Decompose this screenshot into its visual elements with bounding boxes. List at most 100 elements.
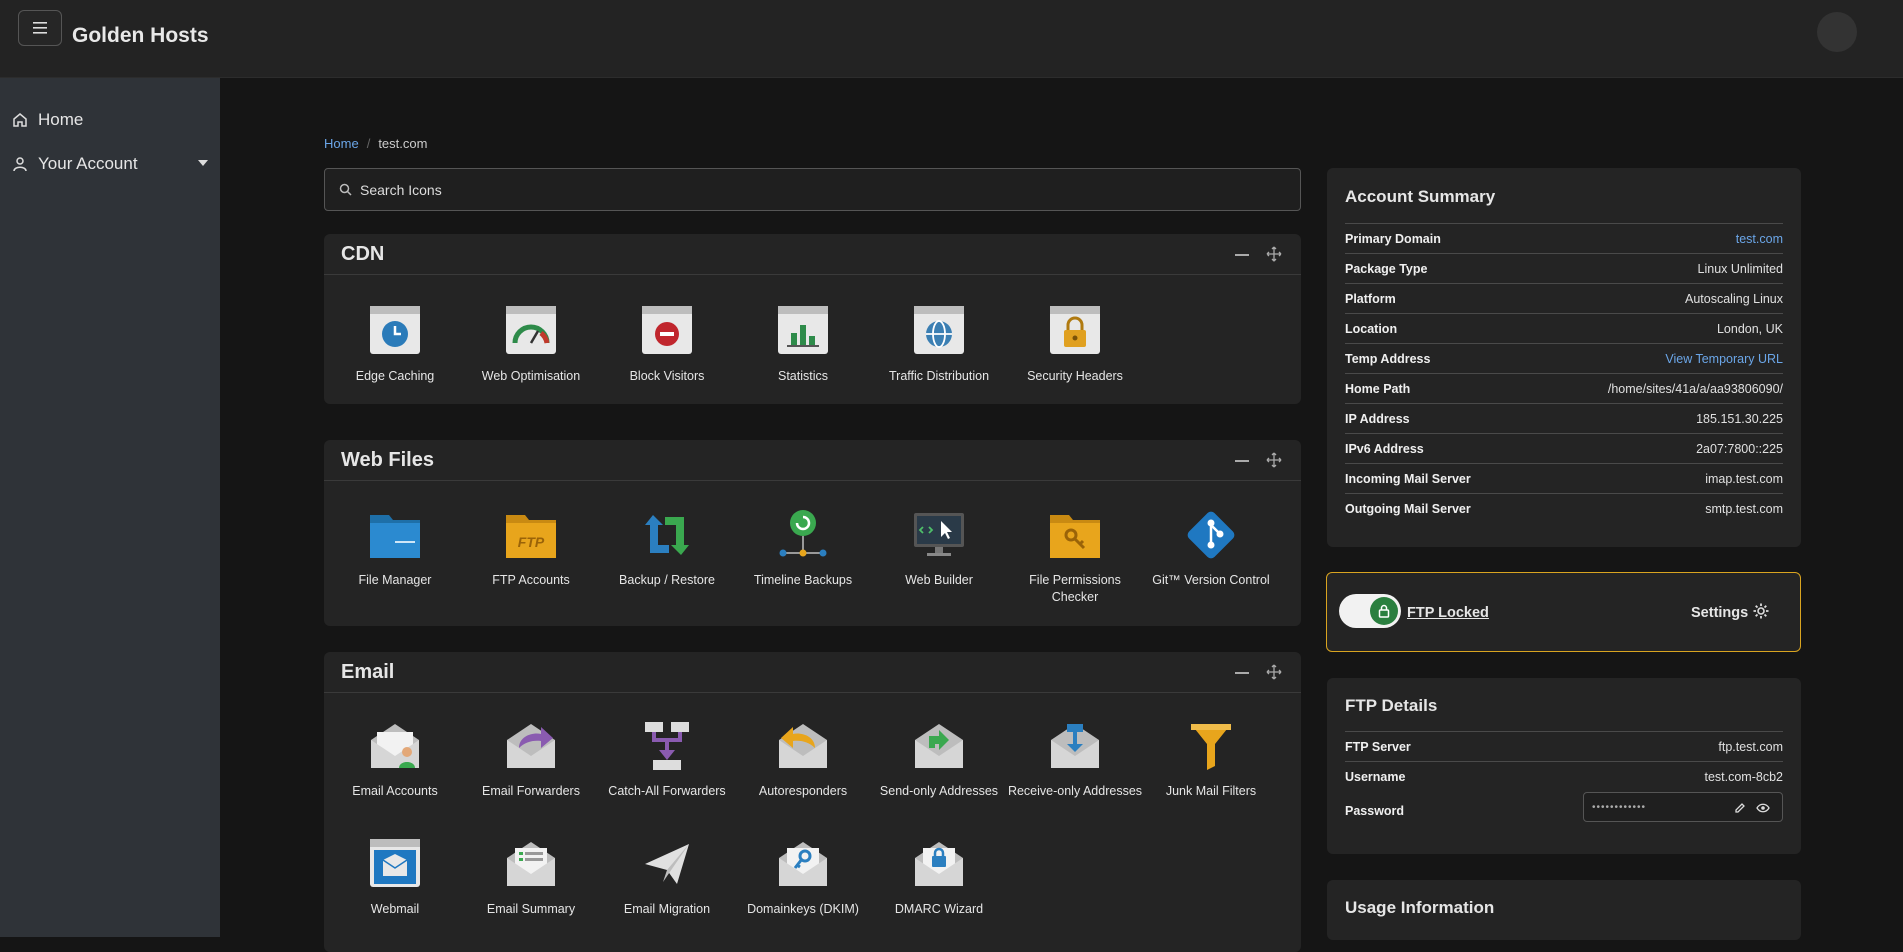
panel-title: CDN bbox=[341, 242, 385, 265]
tile-label: Edge Caching bbox=[355, 369, 435, 383]
search-box bbox=[324, 168, 1301, 211]
tile-label: File Permissions Checker bbox=[1029, 573, 1121, 604]
tile-file-permissions-checker[interactable]: File Permissions Checker bbox=[1007, 507, 1143, 606]
card-title: Account Summary bbox=[1345, 187, 1496, 206]
search-input[interactable] bbox=[360, 181, 1260, 198]
row-key: IPv6 Address bbox=[1345, 441, 1424, 456]
tile-label: Web Optimisation bbox=[481, 369, 581, 383]
receive-only-icon bbox=[1051, 724, 1099, 768]
tile-ftp-accounts[interactable]: FTP FTP Accounts bbox=[463, 507, 599, 589]
move-icon[interactable] bbox=[1266, 452, 1282, 468]
tile-security-headers[interactable]: Security Headers bbox=[1007, 303, 1143, 385]
row-key: Location bbox=[1345, 321, 1398, 336]
tile-dmarc-wizard[interactable]: DMARC Wizard bbox=[871, 836, 1007, 918]
dmarc-lock-icon bbox=[915, 842, 963, 886]
row-key: Outgoing Mail Server bbox=[1345, 501, 1471, 516]
ftp-row: Password •••••••••••• bbox=[1345, 791, 1783, 831]
tile-git-version-control[interactable]: Git™ Version Control bbox=[1143, 507, 1279, 589]
breadcrumb-current: test.com bbox=[378, 136, 428, 151]
hamburger-icon bbox=[33, 22, 47, 34]
password-field[interactable]: •••••••••••• bbox=[1583, 792, 1783, 822]
row-key: Incoming Mail Server bbox=[1345, 471, 1471, 486]
temp-url-link[interactable]: View Temporary URL bbox=[1665, 352, 1783, 366]
summary-row: Package Type Linux Unlimited bbox=[1345, 253, 1783, 283]
sidebar-item-your-account[interactable]: Your Account bbox=[12, 150, 208, 178]
tile-catch-all-forwarders[interactable]: Catch-All Forwarders bbox=[599, 718, 735, 800]
tile-autoresponders[interactable]: Autoresponders bbox=[735, 718, 871, 800]
email-panel: Email Email Accounts Email Forwarders Ca… bbox=[324, 652, 1301, 952]
pencil-icon[interactable] bbox=[1734, 802, 1746, 814]
tile-backup-restore[interactable]: Backup / Restore bbox=[599, 507, 735, 589]
tile-label: Timeline Backups bbox=[753, 573, 853, 587]
tile-receive-only-addresses[interactable]: Receive-only Addresses bbox=[1007, 718, 1143, 800]
tile-label: Email Accounts bbox=[352, 784, 438, 798]
autoresponders-icon bbox=[779, 724, 827, 768]
tile-label: Backup / Restore bbox=[619, 573, 715, 587]
ftp-lock-toggle[interactable] bbox=[1339, 594, 1401, 628]
row-key: Home Path bbox=[1345, 381, 1411, 396]
breadcrumb-home-link[interactable]: Home bbox=[324, 136, 359, 151]
sidebar bbox=[0, 78, 220, 937]
summary-row: Platform Autoscaling Linux bbox=[1345, 283, 1783, 313]
caret-down-icon bbox=[198, 160, 208, 166]
row-value: test.com-8cb2 bbox=[1704, 769, 1783, 784]
tile-file-manager[interactable]: File Manager bbox=[327, 507, 463, 589]
row-value: smtp.test.com bbox=[1705, 501, 1783, 516]
tile-web-builder[interactable]: Web Builder bbox=[871, 507, 1007, 589]
avatar[interactable] bbox=[1817, 12, 1857, 52]
tile-edge-caching[interactable]: Edge Caching bbox=[327, 303, 463, 385]
ftp-locked-link[interactable]: FTP Locked bbox=[1407, 605, 1489, 621]
row-key: Primary Domain bbox=[1345, 231, 1441, 246]
tile-email-migration[interactable]: Email Migration bbox=[599, 836, 735, 918]
tile-email-forwarders[interactable]: Email Forwarders bbox=[463, 718, 599, 800]
tile-label: Web Builder bbox=[905, 573, 973, 587]
minimize-icon[interactable] bbox=[1235, 254, 1249, 256]
tile-web-optimisation[interactable]: Web Optimisation bbox=[463, 303, 599, 385]
tile-timeline-backups[interactable]: Timeline Backups bbox=[735, 507, 871, 589]
row-value: London, UK bbox=[1716, 321, 1783, 336]
tile-email-accounts[interactable]: Email Accounts bbox=[327, 718, 463, 800]
tile-block-visitors[interactable]: Block Visitors bbox=[599, 303, 735, 385]
folder-icon bbox=[370, 515, 420, 558]
primary-domain-link[interactable]: test.com bbox=[1736, 232, 1783, 246]
key-folder-icon bbox=[1050, 515, 1100, 558]
tile-label: FTP Accounts bbox=[492, 573, 570, 587]
tile-label: Webmail bbox=[370, 902, 420, 916]
sidebar-item-home[interactable]: Home bbox=[12, 106, 208, 134]
tile-label: Autoresponders bbox=[758, 784, 848, 798]
email-accounts-icon bbox=[371, 724, 419, 768]
tile-label: Email Migration bbox=[623, 902, 711, 916]
hamburger-menu-button[interactable] bbox=[18, 10, 62, 46]
web-optimisation-icon bbox=[506, 306, 556, 354]
tile-webmail[interactable]: Webmail bbox=[327, 836, 463, 918]
send-only-icon bbox=[915, 724, 963, 768]
row-key: FTP Server bbox=[1345, 739, 1411, 754]
summary-row: Outgoing Mail Server smtp.test.com bbox=[1345, 493, 1783, 523]
tile-statistics[interactable]: Statistics bbox=[735, 303, 871, 385]
tile-junk-mail-filters[interactable]: Junk Mail Filters bbox=[1143, 718, 1279, 800]
web-files-panel: Web Files File Manager FTP FTP Accounts … bbox=[324, 440, 1301, 626]
move-icon[interactable] bbox=[1266, 664, 1282, 680]
monitor-icon bbox=[914, 513, 964, 556]
row-value: /home/sites/41a/a/aa93806090/ bbox=[1607, 381, 1783, 396]
summary-row: IPv6 Address 2a07:7800::225 bbox=[1345, 433, 1783, 463]
tile-send-only-addresses[interactable]: Send-only Addresses bbox=[871, 718, 1007, 800]
ftp-row: Username test.com-8cb2 bbox=[1345, 761, 1783, 791]
settings-button[interactable]: Settings bbox=[1691, 605, 1748, 621]
backup-restore-icon bbox=[645, 515, 689, 555]
account-summary-card: Account Summary Primary Domain test.com P… bbox=[1327, 168, 1801, 547]
move-icon[interactable] bbox=[1266, 246, 1282, 262]
top-bar: Golden Hosts bbox=[0, 0, 1903, 78]
row-value: Autoscaling Linux bbox=[1685, 291, 1783, 306]
gear-icon[interactable] bbox=[1752, 602, 1770, 620]
summary-row: Home Path/home/sites/41a/a/aa93806090/ bbox=[1345, 373, 1783, 403]
tile-domainkeys-dkim[interactable]: Domainkeys (DKIM) bbox=[735, 836, 871, 918]
tile-email-summary[interactable]: Email Summary bbox=[463, 836, 599, 918]
panel-title: Email bbox=[341, 660, 395, 683]
minimize-icon[interactable] bbox=[1235, 460, 1249, 462]
minimize-icon[interactable] bbox=[1235, 672, 1249, 674]
tile-traffic-distribution[interactable]: Traffic Distribution bbox=[871, 303, 1007, 385]
ftp-row: FTP Server ftp.test.com bbox=[1345, 731, 1783, 761]
eye-icon[interactable] bbox=[1756, 803, 1770, 813]
row-key: Temp Address bbox=[1345, 351, 1431, 366]
